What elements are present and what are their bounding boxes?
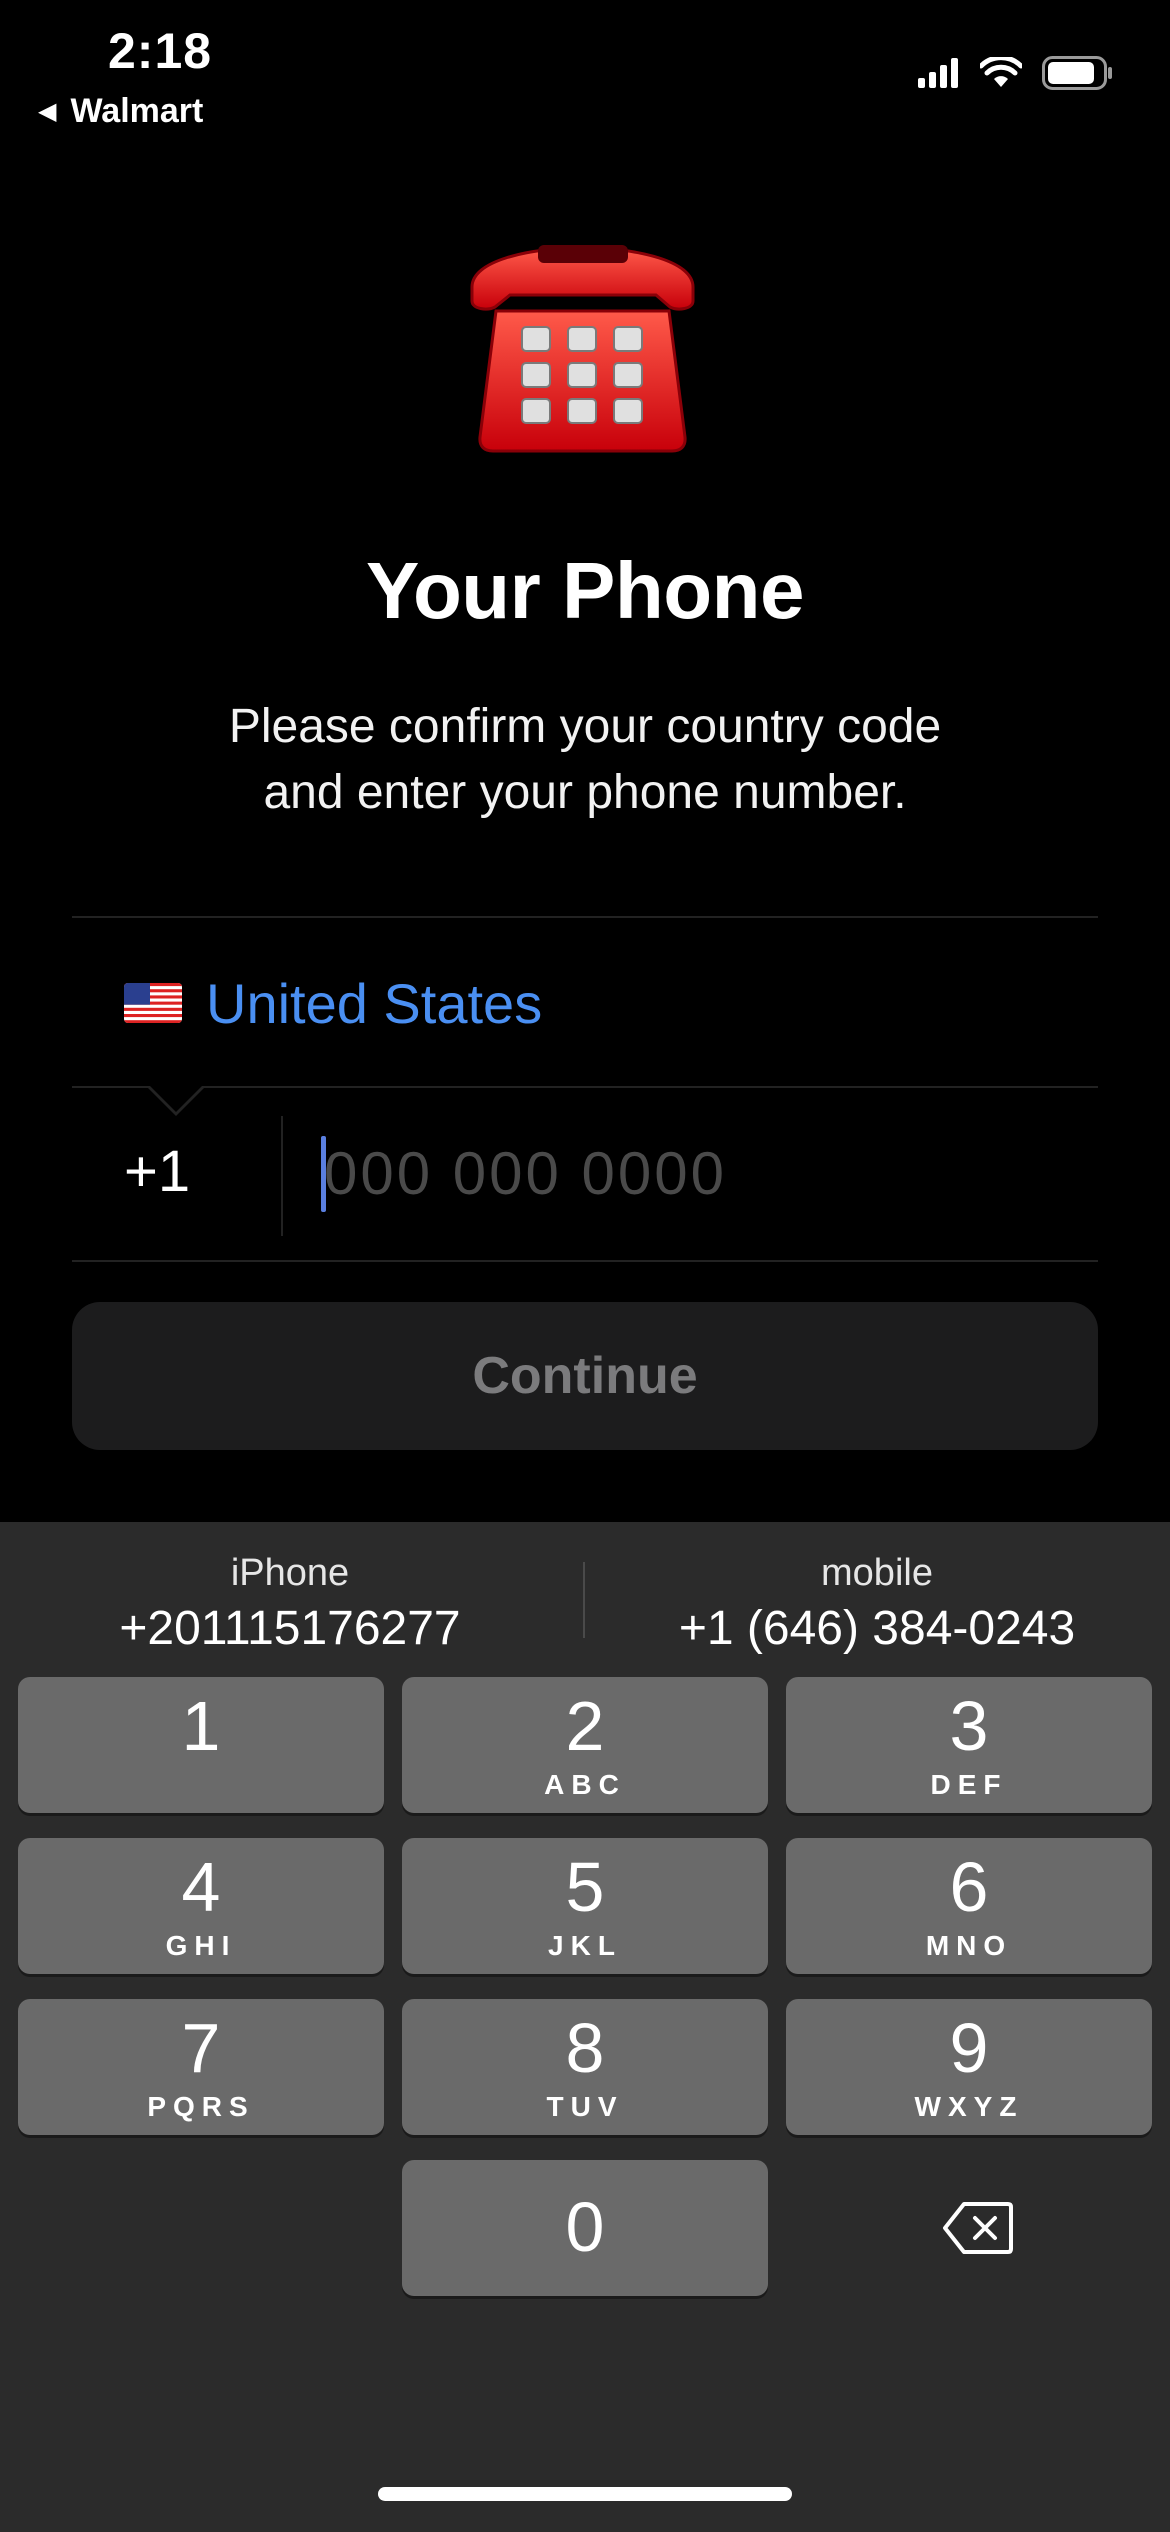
status-time: 2:18 — [108, 23, 213, 79]
key-4[interactable]: 4 GHI — [18, 1838, 384, 1974]
key-7[interactable]: 7 PQRS — [18, 1999, 384, 2135]
key-digit: 6 — [949, 1848, 989, 1926]
subtitle-line-1: Please confirm your country code — [228, 700, 942, 753]
key-letters: TUV — [546, 2091, 624, 2122]
backspace-key[interactable] — [938, 2160, 1018, 2296]
suggestion-number: +201115176277 — [119, 1602, 461, 1655]
phone-number-input[interactable] — [324, 1128, 1044, 1218]
key-3[interactable]: 3 DEF — [786, 1677, 1152, 1813]
battery-icon — [1042, 56, 1112, 90]
key-8[interactable]: 8 TUV — [402, 1999, 768, 2135]
key-2[interactable]: 2 ABC — [402, 1677, 768, 1813]
backspace-icon — [943, 2202, 1013, 2254]
suggestion-label: iPhone — [230, 1552, 350, 1594]
country-name: United States — [206, 971, 543, 1035]
country-selector[interactable]: United States — [72, 918, 1098, 1088]
key-letters: GHI — [165, 1930, 237, 1961]
key-letters: ABC — [544, 1769, 626, 1800]
middle-divider — [72, 1086, 1098, 1088]
suggestion-label: mobile — [821, 1552, 933, 1594]
status-icons — [918, 56, 1114, 90]
back-to-app-link[interactable]: ◀ Walmart — [38, 92, 203, 131]
key-letters: JKL — [548, 1930, 622, 1961]
key-digit: 7 — [181, 2009, 221, 2087]
key-digit: 0 — [565, 2188, 605, 2266]
key-5[interactable]: 5 JKL — [402, 1838, 768, 1974]
key-1[interactable]: 1 — [18, 1677, 384, 1813]
page-title: Your Phone — [366, 546, 804, 635]
suggestion-mobile[interactable]: mobile +1 (646) 384-0243 — [597, 1552, 1157, 1656]
subtitle-line-2: and enter your phone number. — [263, 766, 907, 819]
key-letters: MNO — [925, 1930, 1013, 1961]
key-digit: 9 — [949, 2009, 989, 2087]
signal-icon — [918, 58, 958, 88]
page-subtitle: Please confirm your country code and ent… — [100, 694, 1070, 826]
telephone-icon — [470, 245, 695, 453]
continue-button[interactable]: Continue — [72, 1302, 1098, 1450]
key-digit: 4 — [181, 1848, 221, 1926]
key-9[interactable]: 9 WXYZ — [786, 1999, 1152, 2135]
key-digit: 3 — [949, 1687, 989, 1765]
key-letters: DEF — [930, 1769, 1008, 1800]
home-indicator[interactable] — [378, 2487, 792, 2501]
key-digit: 5 — [565, 1848, 605, 1926]
code-separator — [281, 1116, 283, 1236]
key-letters: WXYZ — [914, 2091, 1024, 2122]
country-code[interactable]: +1 — [124, 1138, 190, 1205]
us-flag-icon — [124, 983, 182, 1023]
key-digit: 8 — [565, 2009, 605, 2087]
suggestion-iphone[interactable]: iPhone +201115176277 — [10, 1552, 570, 1656]
numeric-keyboard: iPhone +201115176277 mobile +1 (646) 384… — [0, 1522, 1170, 2532]
back-triangle-icon: ◀ — [38, 98, 57, 125]
selector-notch-inner — [150, 1086, 202, 1112]
key-digit: 1 — [181, 1687, 221, 1765]
wifi-icon — [980, 57, 1022, 87]
suggestion-separator — [583, 1562, 585, 1638]
key-0[interactable]: 0 — [402, 2160, 768, 2296]
key-digit: 2 — [565, 1687, 605, 1765]
suggestion-number: +1 (646) 384-0243 — [678, 1602, 1076, 1655]
bottom-divider — [72, 1260, 1098, 1262]
key-letters: PQRS — [147, 2091, 255, 2122]
back-app-label: Walmart — [70, 92, 204, 130]
key-6[interactable]: 6 MNO — [786, 1838, 1152, 1974]
